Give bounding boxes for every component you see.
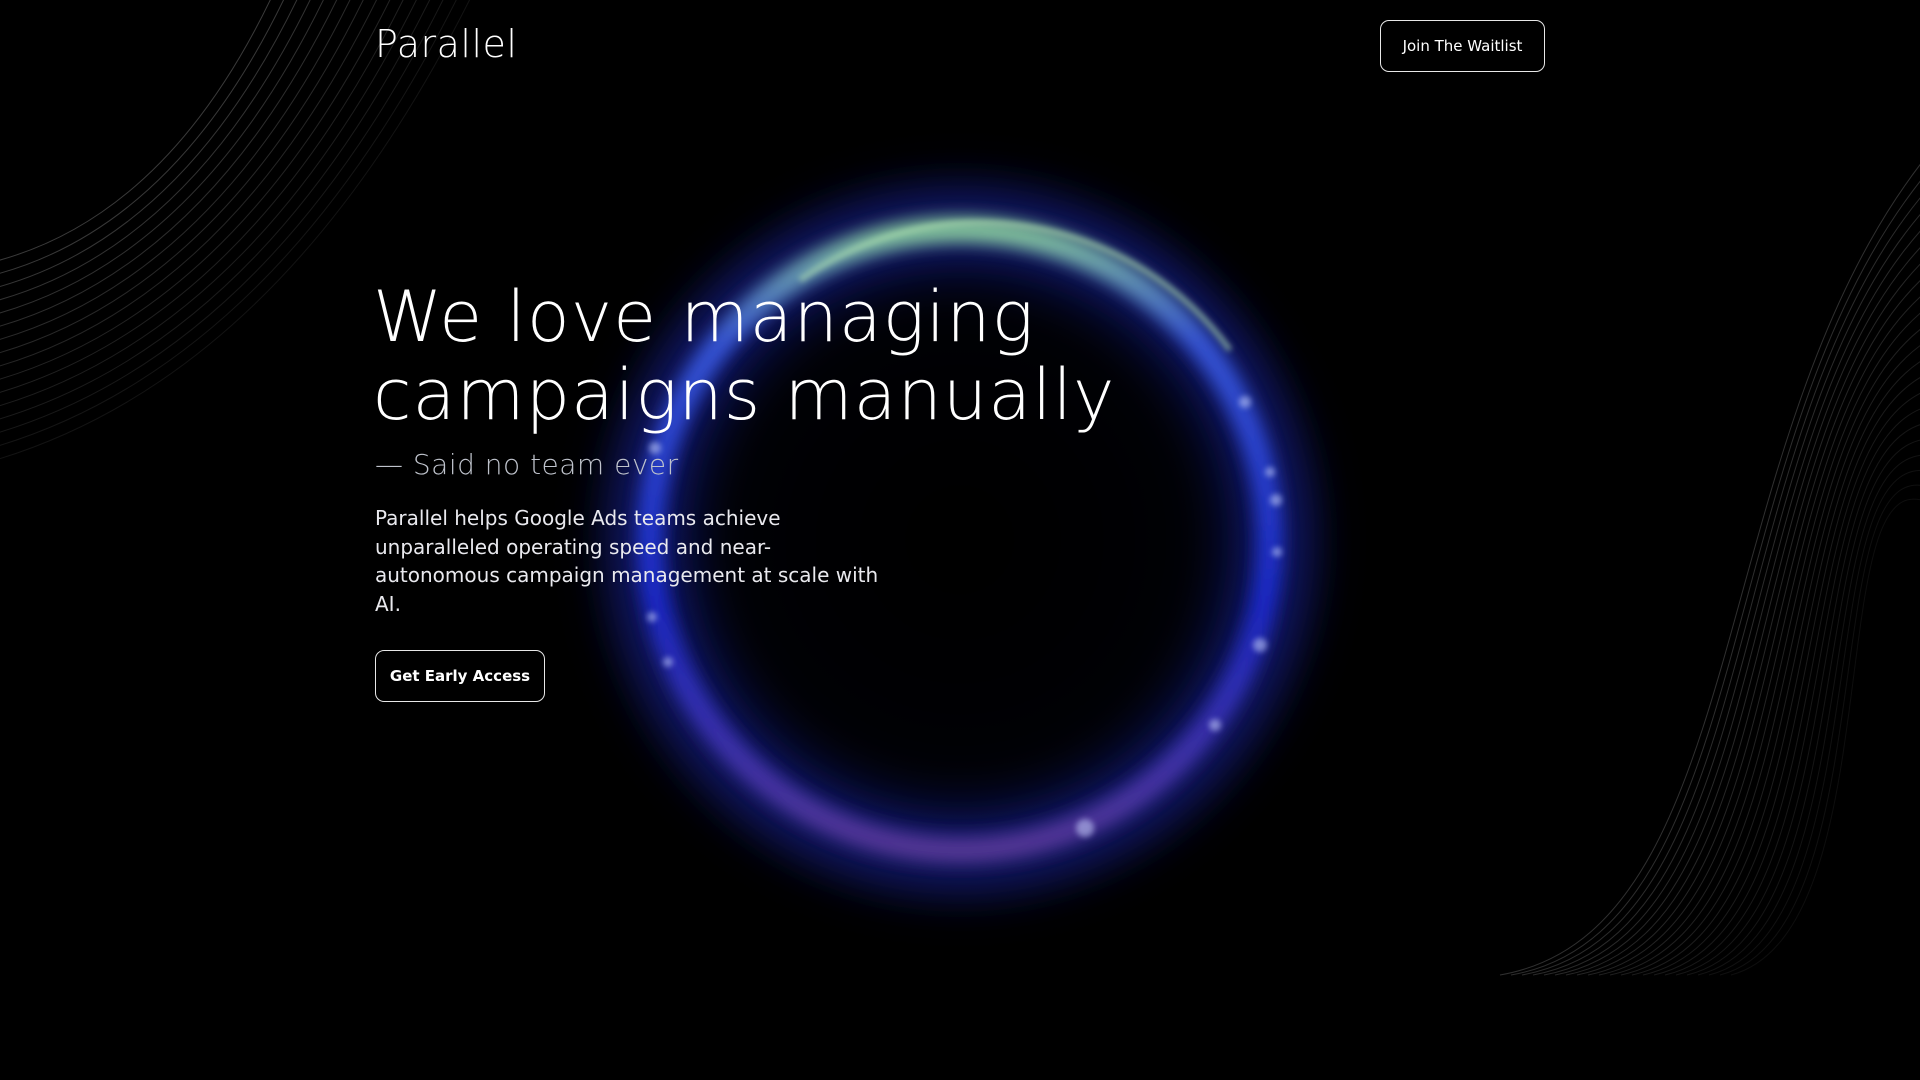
- hero-headline: We love managing campaigns manually: [373, 278, 1133, 434]
- decorative-wave-line: [1664, 408, 1920, 976]
- hero-tagline: — Said no team ever: [375, 448, 679, 481]
- get-early-access-button[interactable]: Get Early Access: [375, 650, 545, 702]
- decorative-wave-line: [1686, 440, 1920, 976]
- decorative-wave-line: [1697, 455, 1920, 976]
- decorative-wave-line: [1675, 424, 1920, 976]
- decorative-wave-line: [1510, 180, 1920, 976]
- decorative-wave-line: [1598, 312, 1920, 976]
- decorative-wave-line: [1620, 345, 1920, 976]
- decorative-wave-line: [1708, 470, 1920, 976]
- decorative-arc-line: [0, 0, 351, 340]
- headline-line-1: We love managing: [373, 276, 1035, 358]
- decorative-arc-line: [0, 0, 338, 327]
- decorative-arc-line: [0, 0, 284, 274]
- decorative-arc-line: [0, 0, 298, 287]
- decorative-arc-line: [0, 0, 364, 354]
- decorative-wave-line: [1587, 296, 1920, 976]
- decorative-arc-line: [0, 0, 311, 301]
- decorative-wave-line: [1609, 329, 1920, 976]
- decorative-wave-line: [1719, 484, 1920, 976]
- background-line-art: [0, 0, 1920, 1080]
- decorative-wave-line: [1521, 197, 1920, 976]
- decorative-arc-line: [0, 0, 391, 380]
- decorative-arc-line: [0, 0, 404, 393]
- decorative-wave-line: [1631, 361, 1920, 976]
- decorative-wave-line: [1532, 213, 1920, 976]
- headline-line-2: campaigns manually: [373, 354, 1116, 436]
- hero-description: Parallel helps Google Ads teams achieve …: [375, 506, 879, 616]
- decorative-arc-line: [0, 0, 377, 367]
- decorative-wave-line: [1653, 393, 1920, 976]
- glowing-ring-graphic: [540, 120, 1380, 960]
- decorative-wave-line: [1642, 377, 1920, 976]
- decorative-arc-line: [0, 0, 431, 420]
- decorative-wave-line: [1543, 230, 1920, 976]
- decorative-arc-line: [0, 0, 271, 261]
- decorative-wave-line: [1554, 247, 1920, 976]
- decorative-wave-line: [1565, 263, 1920, 976]
- decorative-wave-line: [1499, 163, 1920, 976]
- curved-lines-graphic: [0, 0, 1920, 976]
- brand-logo[interactable]: Parallel: [375, 22, 517, 66]
- decorative-wave-line: [1730, 498, 1920, 976]
- join-waitlist-button[interactable]: Join The Waitlist: [1380, 20, 1545, 72]
- decorative-arc-line: [0, 0, 324, 314]
- decorative-arc-line: [0, 0, 417, 407]
- decorative-wave-line: [1576, 280, 1920, 976]
